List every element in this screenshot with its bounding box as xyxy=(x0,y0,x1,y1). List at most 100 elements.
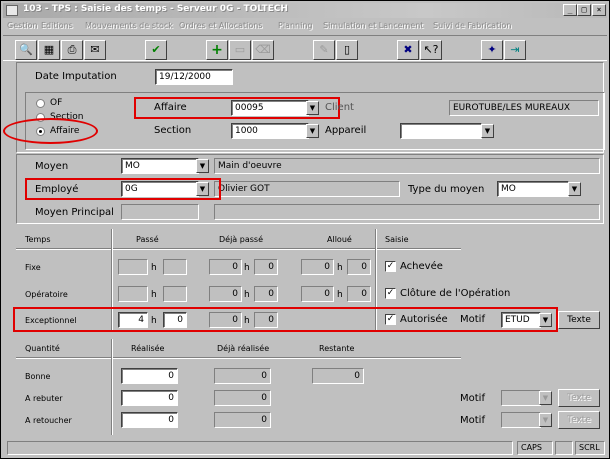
hours-unit: h xyxy=(151,263,157,273)
divider xyxy=(16,248,461,250)
affaire-field[interactable]: 00095 xyxy=(231,100,309,116)
exceptionnel-passe-hours[interactable]: 4 xyxy=(118,312,148,328)
bonne-label: Bonne xyxy=(25,372,51,381)
menu-mouvements-stock[interactable]: Mouvements de stock xyxy=(85,21,173,30)
section-dropdown-button[interactable]: ▼ xyxy=(306,124,319,138)
moyen-principal-field xyxy=(121,204,199,220)
tools-icon[interactable]: ✖ xyxy=(397,40,419,60)
rebuter-label: A rebuter xyxy=(25,394,63,403)
app-icon[interactable] xyxy=(6,5,18,16)
moyen-field[interactable]: MO xyxy=(121,158,199,174)
edit-icon[interactable]: ✎ xyxy=(313,40,335,60)
section-label: Section xyxy=(154,125,192,136)
moyen-principal-description xyxy=(214,204,600,220)
add-icon[interactable]: + xyxy=(206,40,228,60)
bonne-restante-field: 0 xyxy=(312,368,364,384)
appareil-field[interactable] xyxy=(400,123,482,139)
temps-header: Temps xyxy=(25,235,51,244)
motif-dropdown-button[interactable]: ▼ xyxy=(539,313,552,327)
deja-passe-header: Déjà passé xyxy=(219,235,263,244)
wizard-icon[interactable]: ✦ xyxy=(481,40,503,60)
menu-suivi-fabrication[interactable]: Suivi de Fabrication xyxy=(433,21,511,30)
rebuter-realisee-field[interactable]: 0 xyxy=(121,390,178,406)
rebuter-texte-button[interactable]: Texte xyxy=(558,389,600,407)
retoucher-texte-button[interactable]: Texte xyxy=(558,411,600,429)
validate-icon[interactable]: ✔ xyxy=(145,40,167,60)
moyen-dropdown-button[interactable]: ▼ xyxy=(196,159,209,173)
employe-field[interactable]: 0G xyxy=(121,181,199,197)
hours-unit: h xyxy=(151,316,157,326)
retoucher-label: A retoucher xyxy=(25,416,72,425)
mail-icon[interactable]: ✉ xyxy=(84,40,106,60)
rebuter-motif-dropdown-button[interactable]: ▼ xyxy=(539,391,552,405)
fixe-label: Fixe xyxy=(25,263,41,272)
operatoire-alloue-minutes: 0 xyxy=(347,286,371,302)
motif-field[interactable]: ETUD xyxy=(501,312,541,328)
radio-affaire[interactable] xyxy=(36,127,45,136)
menu-simulation-lancement[interactable]: Simulation et Lancement xyxy=(323,21,423,30)
divider xyxy=(375,229,377,331)
deja-realisee-header: Déjà réalisée xyxy=(217,344,270,353)
maximize-button[interactable]: □ xyxy=(577,4,591,16)
images-icon[interactable]: ▦ xyxy=(38,40,60,60)
employe-label: Employé xyxy=(35,184,79,195)
rebuter-motif-label: Motif xyxy=(460,393,485,404)
menu-editions[interactable]: Editions xyxy=(41,21,73,30)
exceptionnel-deja-hours: 0 xyxy=(209,312,242,328)
bonne-realisee-field[interactable]: 0 xyxy=(121,368,178,384)
radio-affaire-label: Affaire xyxy=(50,126,80,136)
help-pointer-icon[interactable]: ↖? xyxy=(420,40,442,60)
status-bar: CAPS SCRL xyxy=(3,439,607,457)
type-moyen-dropdown-button[interactable]: ▼ xyxy=(568,182,581,196)
exceptionnel-passe-minutes[interactable]: 0 xyxy=(163,312,187,328)
status-message-area xyxy=(7,441,513,455)
employe-description: Olivier GOT xyxy=(214,181,400,197)
new-document-icon[interactable]: ▯ xyxy=(336,40,358,60)
hours-unit: h xyxy=(337,290,343,300)
radio-of[interactable] xyxy=(36,99,45,108)
operatoire-alloue-hours: 0 xyxy=(301,286,334,302)
motif-label: Motif xyxy=(460,314,485,325)
menu-ordres-allocations[interactable]: Ordres et Allocations xyxy=(179,21,262,30)
restante-header: Restante xyxy=(319,344,355,353)
radio-section[interactable] xyxy=(36,113,45,122)
fixe-alloue-minutes: 0 xyxy=(347,259,371,275)
menu-planning[interactable]: Planning xyxy=(278,21,312,30)
search-icon[interactable]: 🔍 xyxy=(15,40,37,60)
achevee-checkbox[interactable]: ✓ xyxy=(385,261,396,272)
operatoire-passe-minutes xyxy=(163,286,187,302)
minimize-button[interactable]: _ xyxy=(563,4,577,16)
type-moyen-field[interactable]: MO xyxy=(497,181,569,197)
type-moyen-label: Type du moyen xyxy=(408,184,485,195)
operatoire-label: Opératoire xyxy=(25,290,68,299)
texte-button[interactable]: Texte xyxy=(558,311,600,329)
fixe-deja-minutes: 0 xyxy=(254,259,278,275)
exceptionnel-deja-minutes: 0 xyxy=(254,312,278,328)
passe-header: Passé xyxy=(136,235,159,244)
hours-unit: h xyxy=(244,263,250,273)
title-bar: 103 - TPS : Saisie des temps - Serveur 0… xyxy=(3,3,607,18)
appareil-dropdown-button[interactable]: ▼ xyxy=(481,124,494,138)
menu-gestion[interactable]: Gestion xyxy=(7,21,38,30)
retoucher-motif-dropdown-button[interactable]: ▼ xyxy=(539,413,552,427)
toolbar: 🔍 ▦ ⎙ ✉ ✔ + ▭ ⌫ ✎ ▯ ✖ ↖? ✦ ⇥ xyxy=(3,35,607,61)
affaire-label: Affaire xyxy=(154,102,187,113)
operatoire-deja-minutes: 0 xyxy=(254,286,278,302)
date-imputation-field[interactable]: 19/12/2000 xyxy=(155,69,233,85)
print-icon[interactable]: ⎙ xyxy=(61,40,83,60)
cloture-operation-checkbox[interactable]: ✓ xyxy=(385,288,396,299)
delete-icon[interactable]: ⌫ xyxy=(252,40,274,60)
close-button[interactable]: × xyxy=(592,4,606,16)
retoucher-realisee-field[interactable]: 0 xyxy=(121,412,178,428)
moyen-description: Main d'oeuvre xyxy=(214,158,600,174)
fixe-passe-hours xyxy=(118,259,148,275)
employe-dropdown-button[interactable]: ▼ xyxy=(196,182,209,196)
retoucher-deja-field: 0 xyxy=(214,412,271,428)
exit-icon[interactable]: ⇥ xyxy=(504,40,526,60)
section-field[interactable]: 1000 xyxy=(231,123,309,139)
copy-icon[interactable]: ▭ xyxy=(229,40,251,60)
fixe-alloue-hours: 0 xyxy=(301,259,334,275)
cloture-operation-label: Clôture de l'Opération xyxy=(400,288,511,299)
affaire-dropdown-button[interactable]: ▼ xyxy=(306,101,319,115)
autorisee-checkbox[interactable]: ✓ xyxy=(385,314,396,325)
